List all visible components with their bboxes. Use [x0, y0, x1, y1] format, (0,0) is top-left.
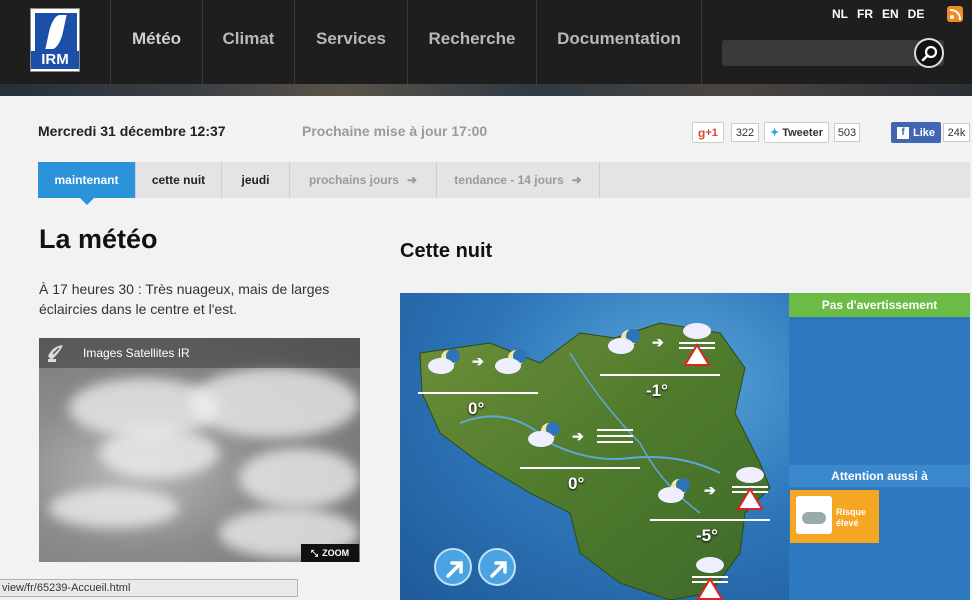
nav-item-services[interactable]: Services — [294, 0, 407, 84]
facebook-icon: f — [897, 126, 909, 139]
ice-warning-icon — [679, 323, 715, 366]
tweet-button[interactable]: ✦ Tweeter — [764, 122, 829, 143]
tweet-label: Tweeter — [782, 126, 823, 139]
ice-warning-icon — [732, 467, 768, 510]
rss-icon[interactable] — [947, 6, 963, 22]
tab-prochains-jours[interactable]: prochains jours ➜ — [290, 162, 437, 198]
warnings-panel — [789, 293, 970, 600]
risk-badge[interactable]: Risque élevé — [790, 490, 879, 543]
temp-coast: 0° — [468, 399, 485, 418]
cloudy-night-icon — [428, 349, 460, 374]
facebook-like-button[interactable]: f Like — [891, 122, 942, 143]
tab-jeudi[interactable]: jeudi — [222, 162, 290, 198]
arrow-icon: ➔ — [472, 353, 484, 369]
temp-underline — [600, 374, 720, 376]
satellite-dish-icon — [48, 345, 63, 362]
arrow-right-icon: ➜ — [571, 173, 582, 187]
lang-fr[interactable]: FR — [857, 7, 873, 21]
temp-center: 0° — [568, 474, 585, 493]
tweet-count: 503 — [834, 123, 860, 142]
ice-warning-icon — [692, 557, 728, 600]
gplus-label: +1 — [705, 126, 718, 139]
wind-direction-icon — [434, 548, 472, 586]
irm-logo[interactable]: IRM — [30, 8, 80, 72]
next-update: Prochaine mise à jour 17:00 — [302, 123, 488, 139]
arrow-icon: ➔ — [652, 334, 664, 350]
expand-icon: ⤡ — [310, 547, 319, 558]
temp-underline — [520, 467, 640, 469]
fog-icon — [597, 429, 633, 443]
belgium-weather-map[interactable]: ➔ 0° ➔ -1° ➔ 0° ➔ -5° — [400, 293, 790, 600]
zoom-button[interactable]: ⤡ ZOOM — [301, 544, 359, 562]
lang-nl[interactable]: NL — [832, 7, 848, 21]
forecast-tabs: maintenant cette nuit jeudi prochains jo… — [38, 162, 600, 205]
temp-underline — [650, 519, 770, 521]
twitter-bird-icon: ✦ — [770, 127, 780, 139]
gplus-count: 322 — [731, 123, 759, 142]
search-input[interactable] — [728, 43, 908, 63]
arrow-right-icon: ➜ — [406, 173, 418, 187]
search-icon — [921, 45, 938, 62]
tab-tendance[interactable]: tendance - 14 jours ➜ — [437, 162, 600, 198]
weather-summary: À 17 heures 30 : Très nuageux, mais de l… — [39, 281, 330, 317]
satellite-image[interactable]: Images Satellites IR ⤡ ZOOM — [39, 338, 360, 562]
risk-label: Risque élevé — [836, 507, 867, 528]
search-box — [722, 40, 944, 66]
header-banner-image — [0, 84, 972, 96]
logo-text: IRM — [31, 51, 79, 69]
gplus-button[interactable]: g +1 — [692, 122, 724, 143]
arrow-icon: ➔ — [572, 428, 584, 444]
browser-status-bar: view/fr/65239-Accueil.html — [0, 579, 298, 597]
cloudy-night-icon — [495, 349, 527, 374]
cloudy-night-icon — [528, 422, 560, 447]
tab-cette-nuit[interactable]: cette nuit — [136, 162, 222, 198]
temp-north: -1° — [646, 381, 668, 400]
attention-heading: Attention aussi à — [789, 465, 970, 487]
arrow-icon: ➔ — [704, 482, 716, 498]
wind-direction-icon — [478, 548, 516, 586]
page-title: La météo — [39, 224, 158, 254]
cloudy-night-icon — [608, 329, 640, 354]
nav-item-recherche[interactable]: Recherche — [407, 0, 536, 84]
fog-risk-icon — [796, 496, 832, 534]
nav-item-climat[interactable]: Climat — [202, 0, 294, 84]
tab-maintenant[interactable]: maintenant — [38, 162, 136, 205]
current-date: Mercredi 31 décembre 12:37 — [38, 123, 226, 139]
gplus-icon: g — [698, 125, 706, 140]
lang-en[interactable]: EN — [882, 7, 899, 21]
temp-south: -5° — [696, 526, 718, 545]
satellite-title: Images Satellites IR — [83, 346, 190, 360]
warning-status[interactable]: Pas d'avertissement — [789, 293, 970, 317]
language-switcher: NL FR EN DE — [832, 7, 924, 21]
tabs-filler — [600, 162, 970, 198]
main-nav: Météo Climat Services Recherche Document… — [110, 0, 702, 84]
like-label: Like — [913, 126, 936, 139]
section-title: Cette nuit — [400, 240, 493, 262]
nav-item-meteo[interactable]: Météo — [110, 0, 202, 84]
cloudy-night-icon — [658, 478, 690, 503]
nav-item-documentation[interactable]: Documentation — [536, 0, 702, 84]
temp-underline — [418, 392, 538, 394]
logo-mark-icon — [35, 13, 77, 51]
search-button[interactable] — [914, 38, 944, 68]
lang-de[interactable]: DE — [908, 7, 925, 21]
like-count: 24k — [943, 123, 970, 142]
